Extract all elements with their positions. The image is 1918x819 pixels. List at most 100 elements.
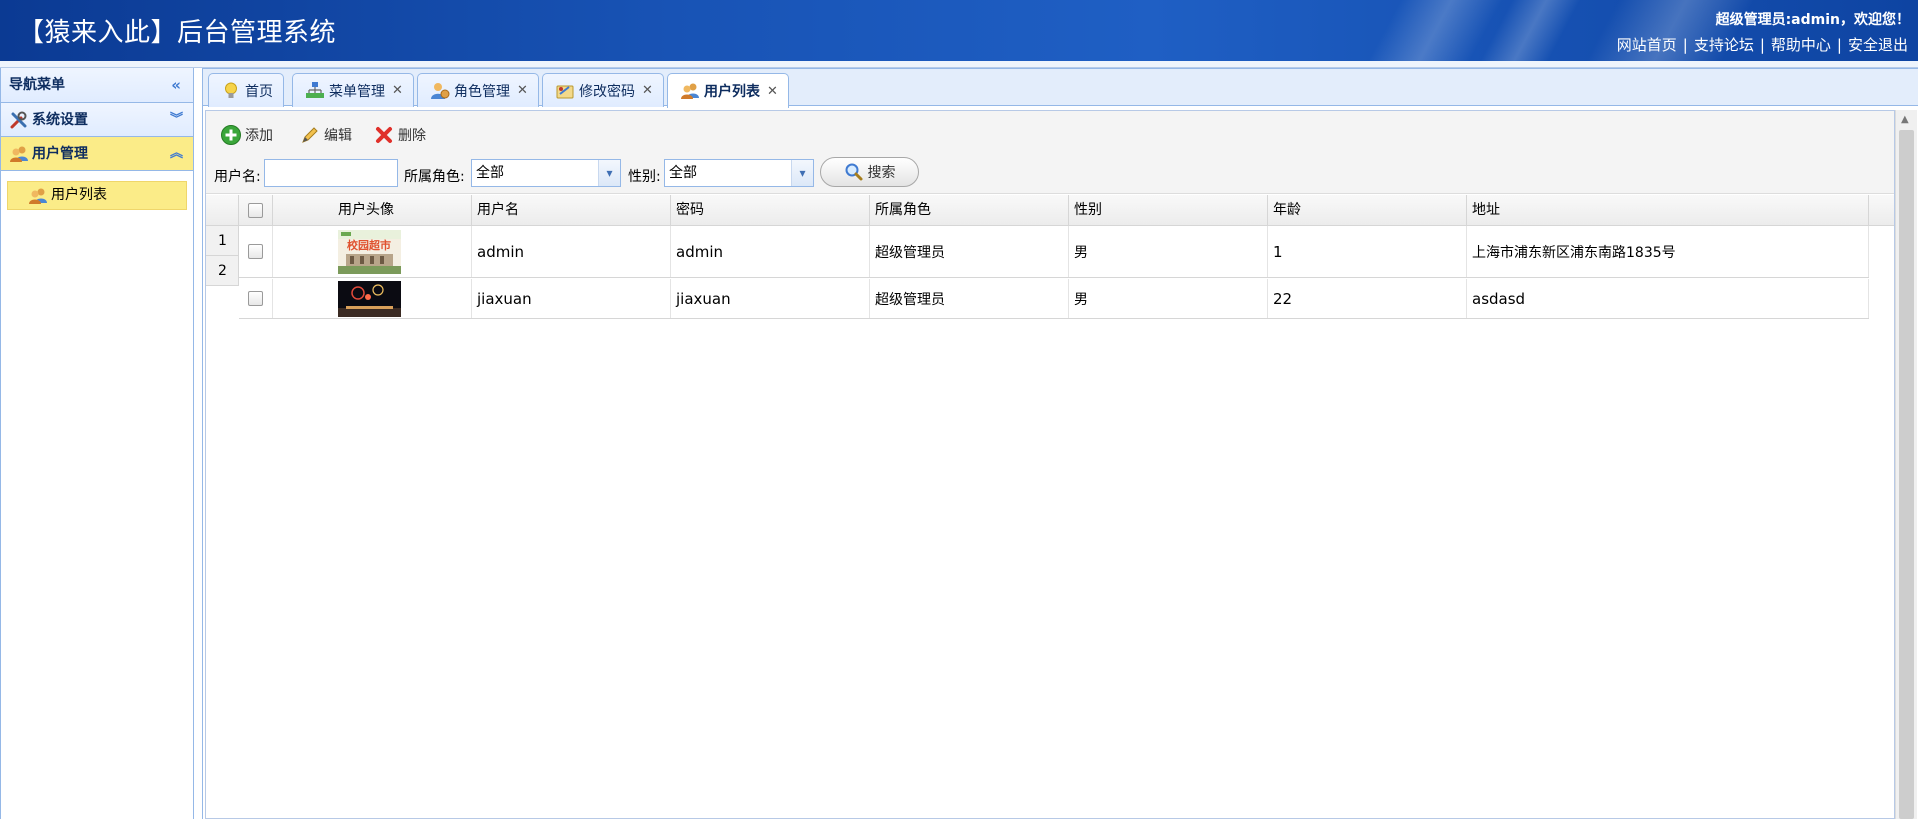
add-icon [221, 125, 241, 145]
tab-label: 菜单管理 [329, 83, 385, 100]
column-header-role[interactable]: 所属角色 [870, 195, 1069, 226]
column-header-avatar[interactable]: 用户头像 [273, 195, 472, 226]
nav-menu-title: 导航菜单 [9, 77, 65, 93]
close-icon[interactable]: ✕ [767, 84, 778, 99]
sidebar-section-system-settings[interactable]: 系统设置 ︾ [1, 103, 193, 137]
row-select-cell [239, 226, 273, 277]
sidebar-item-label: 用户列表 [51, 187, 107, 203]
search-button[interactable]: 搜索 [820, 157, 919, 187]
toolbar: 添加 编辑 删除 用户名: 所属角色: 全部 ▾ 性别: 全部 ▾ 搜索 [206, 111, 1894, 194]
search-icon [845, 163, 862, 181]
sidebar-section-label: 系统设置 [32, 111, 88, 128]
row-number: 2 [206, 256, 239, 286]
username-filter-label: 用户名: [214, 169, 261, 185]
delete-button[interactable]: 删除 [373, 122, 426, 148]
role-icon [431, 82, 450, 99]
cell-role: 超级管理员 [870, 226, 1069, 277]
vertical-scrollbar[interactable]: ▲ [1895, 110, 1917, 819]
users-icon [681, 83, 699, 99]
chevron-down-icon: ︾ [169, 112, 183, 127]
close-icon[interactable]: ✕ [392, 83, 403, 98]
column-header-username[interactable]: 用户名 [472, 195, 671, 226]
password-icon [556, 85, 574, 98]
tab-user-list[interactable]: 用户列表 ✕ [667, 73, 789, 108]
chevron-down-icon[interactable]: ▾ [598, 160, 620, 186]
tab-label: 用户列表 [704, 84, 760, 100]
lightbulb-icon [225, 82, 237, 98]
scrollbar-thumb[interactable] [1899, 130, 1914, 819]
top-links: 网站首页 | 支持论坛 | 帮助中心 | 安全退出 [1616, 36, 1908, 54]
edit-button-label: 编辑 [324, 128, 352, 144]
cell-role: 超级管理员 [870, 279, 1069, 318]
app-header: 【猿来入此】后台管理系统 超级管理员:admin，欢迎您！ 网站首页 | 支持论坛 |… [0, 0, 1918, 61]
cell-sex: 男 [1069, 279, 1268, 318]
cell-sex: 男 [1069, 226, 1268, 277]
avatar-cell [273, 279, 472, 318]
edit-button[interactable]: 编辑 [299, 122, 352, 148]
avatar: 校园超市 [338, 229, 401, 274]
chevron-down-icon[interactable]: ▾ [791, 160, 813, 186]
close-icon[interactable]: ✕ [642, 83, 653, 98]
link-help-center[interactable]: 帮助中心 [1771, 36, 1831, 54]
column-header-age[interactable]: 年龄 [1268, 195, 1467, 226]
sitemap-icon [306, 81, 324, 98]
delete-icon [376, 127, 392, 143]
select-all-cell [239, 195, 273, 226]
cell-age: 22 [1268, 279, 1467, 318]
sidebar-section-body: 用户列表 [1, 171, 193, 220]
row-number-header [206, 195, 239, 226]
tab-label: 修改密码 [579, 83, 635, 100]
username-search-input[interactable] [264, 159, 398, 187]
tab-role-management[interactable]: 角色管理 ✕ [417, 73, 539, 107]
users-icon [29, 188, 47, 204]
table-row[interactable]: 校园超市 admin admin 超级管理员 男 1 上海市浦东新区浦东南路18… [239, 226, 1869, 278]
cell-address: 上海市浦东新区浦东南路1835号 [1467, 226, 1869, 277]
link-site-home[interactable]: 网站首页 [1617, 36, 1677, 54]
row-checkbox[interactable] [248, 291, 263, 306]
users-icon [10, 146, 28, 162]
tabs-bar: 首页 菜单管理 ✕ 角色管理 ✕ 修改密码 ✕ 用户列表 ✕ [203, 68, 1918, 108]
grid-header: 用户头像 用户名 密码 所属角色 性别 年龄 地址 [206, 195, 1894, 226]
row-number-column: 1 2 [206, 226, 239, 286]
table-row[interactable]: jiaxuan jiaxuan 超级管理员 男 22 asdasd [239, 279, 1869, 319]
sex-select[interactable]: 全部 ▾ [664, 159, 814, 187]
tab-content: 添加 编辑 删除 用户名: 所属角色: 全部 ▾ 性别: 全部 ▾ 搜索 用户头… [203, 108, 1918, 819]
column-header-sex[interactable]: 性别 [1069, 195, 1268, 226]
sidebar: 导航菜单 « 系统设置 ︾ 用户管理 ︽ 用户列表 [0, 68, 194, 819]
app-title: 【猿来入此】后台管理系统 [18, 18, 337, 48]
pencil-icon [302, 127, 318, 143]
tab-home[interactable]: 首页 [208, 73, 284, 107]
tab-label: 首页 [245, 83, 273, 100]
close-icon[interactable]: ✕ [517, 83, 528, 98]
cell-password: admin [671, 226, 870, 277]
search-button-label: 搜索 [867, 165, 896, 181]
role-select[interactable]: 全部 ▾ [471, 159, 621, 187]
cell-password: jiaxuan [671, 279, 870, 318]
header-rule [0, 61, 1918, 68]
collapse-sidebar-icon[interactable]: « [171, 68, 181, 103]
sidebar-section-user-management[interactable]: 用户管理 ︽ [1, 137, 193, 171]
avatar [338, 280, 401, 317]
select-all-checkbox[interactable] [248, 203, 263, 218]
sex-select-value: 全部 [669, 165, 697, 181]
tab-menu-management[interactable]: 菜单管理 ✕ [292, 73, 414, 107]
tab-change-password[interactable]: 修改密码 ✕ [542, 73, 664, 107]
delete-button-label: 删除 [398, 128, 426, 144]
row-number: 1 [206, 226, 239, 256]
add-button-label: 添加 [245, 128, 273, 144]
sidebar-item-user-list[interactable]: 用户列表 [7, 181, 187, 210]
cell-age: 1 [1268, 226, 1467, 277]
main-panel: 首页 菜单管理 ✕ 角色管理 ✕ 修改密码 ✕ 用户列表 ✕ 添加 编辑 删除 … [202, 68, 1918, 819]
link-forum[interactable]: 支持论坛 [1694, 36, 1754, 54]
add-button[interactable]: 添加 [220, 122, 273, 148]
role-select-value: 全部 [476, 165, 504, 181]
role-filter-label: 所属角色: [404, 169, 465, 185]
row-checkbox[interactable] [248, 244, 263, 259]
cell-username: jiaxuan [472, 279, 671, 318]
tab-label: 角色管理 [454, 83, 510, 100]
scroll-up-icon[interactable]: ▲ [1901, 114, 1909, 125]
column-header-address[interactable]: 地址 [1467, 195, 1869, 226]
link-logout[interactable]: 安全退出 [1848, 36, 1908, 54]
column-header-password[interactable]: 密码 [671, 195, 870, 226]
row-select-cell [239, 279, 273, 318]
